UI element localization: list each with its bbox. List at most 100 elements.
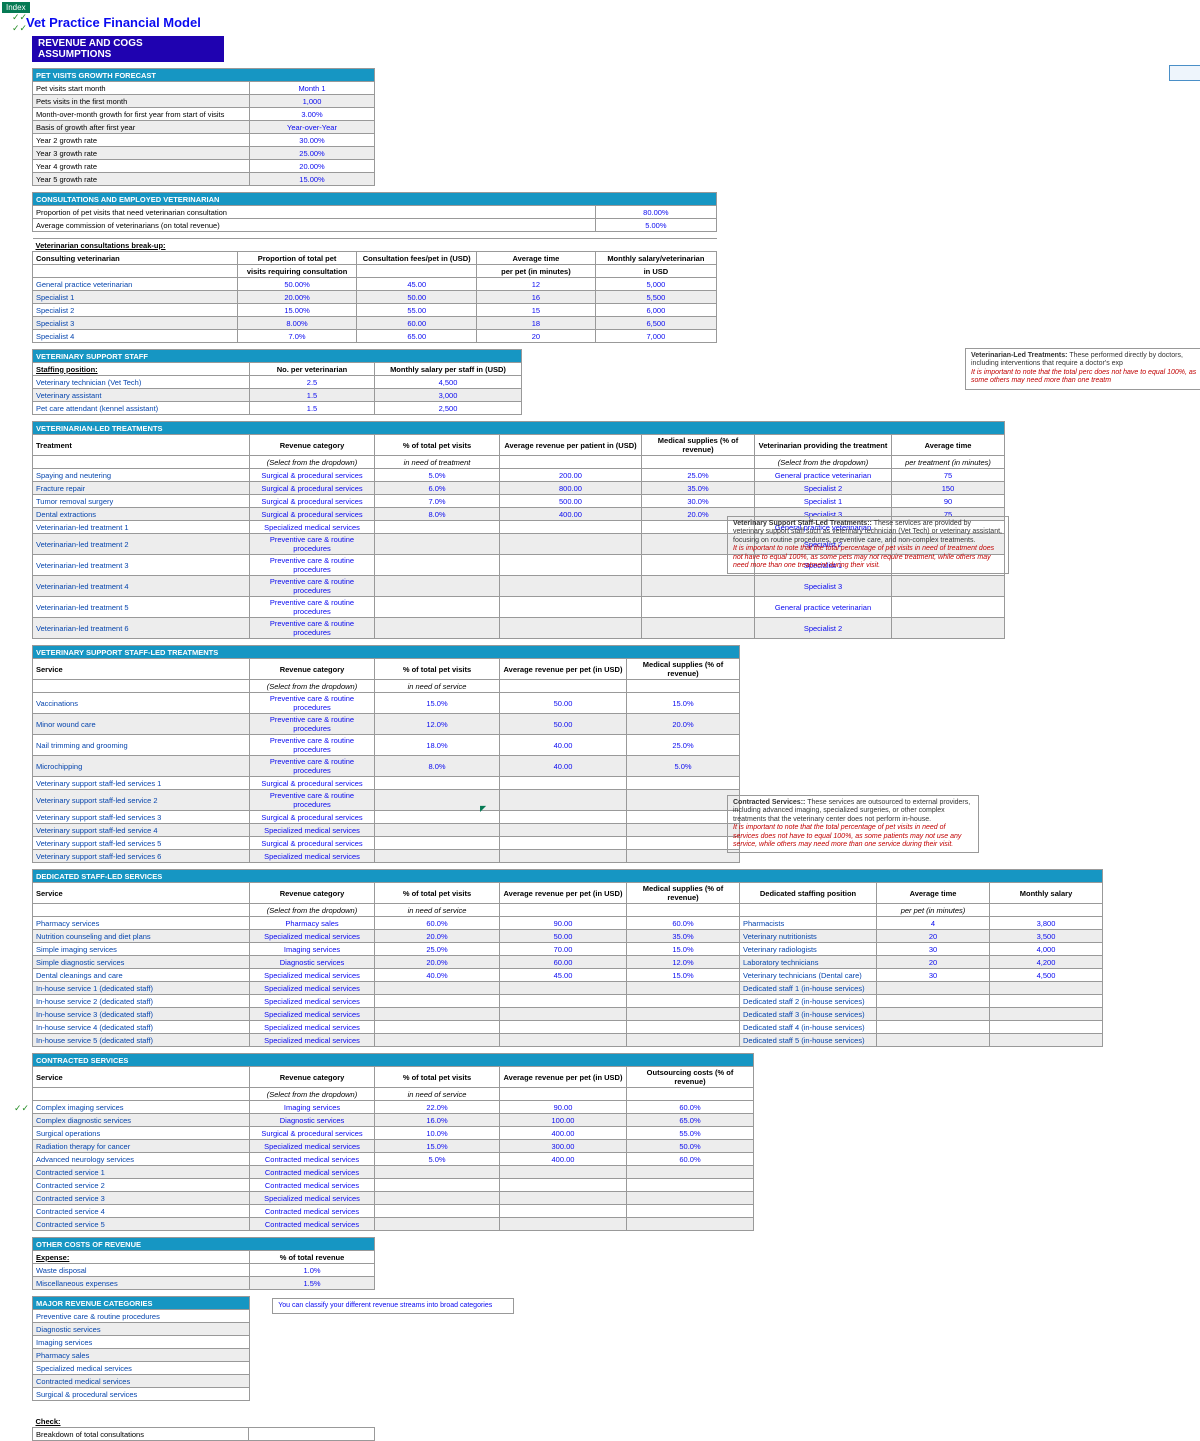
- cell[interactable]: Specialist 2: [755, 618, 892, 639]
- cell[interactable]: 10.0%: [375, 1127, 500, 1140]
- cell[interactable]: 6.0%: [375, 482, 500, 495]
- cell[interactable]: 7.0%: [237, 330, 357, 343]
- cell[interactable]: Preventive care & routine procedures: [250, 555, 375, 576]
- cell[interactable]: 50.0%: [627, 1140, 754, 1153]
- cell[interactable]: Surgical & procedural services: [250, 777, 375, 790]
- cell[interactable]: [892, 597, 1005, 618]
- cell[interactable]: [642, 597, 755, 618]
- cell[interactable]: Specialized medical services: [250, 1140, 375, 1153]
- cell[interactable]: [627, 1192, 754, 1205]
- cell[interactable]: 25.0%: [642, 469, 755, 482]
- cell[interactable]: 65.0%: [627, 1114, 754, 1127]
- cell[interactable]: 20.00%: [250, 160, 375, 173]
- cell[interactable]: 15.0%: [375, 693, 500, 714]
- cell[interactable]: Veterinary nutritionists: [740, 930, 877, 943]
- cell[interactable]: 35.0%: [627, 930, 740, 943]
- cell[interactable]: 7,000: [595, 330, 716, 343]
- cell[interactable]: Preventive care & routine procedures: [250, 714, 375, 735]
- cell[interactable]: 6,500: [595, 317, 716, 330]
- cell[interactable]: 4,200: [990, 956, 1103, 969]
- cell[interactable]: [375, 1034, 500, 1047]
- cell[interactable]: 4,000: [990, 943, 1103, 956]
- cell[interactable]: [990, 982, 1103, 995]
- cell[interactable]: 1.5%: [250, 1277, 375, 1290]
- cell[interactable]: 90.00: [500, 1101, 627, 1114]
- cell[interactable]: Pharmacy sales: [250, 917, 375, 930]
- cell[interactable]: [627, 1008, 740, 1021]
- cell[interactable]: [375, 777, 500, 790]
- cell[interactable]: 60.00: [357, 317, 477, 330]
- cell[interactable]: 8.00%: [237, 317, 357, 330]
- cell[interactable]: [500, 1008, 627, 1021]
- cell[interactable]: 300.00: [500, 1140, 627, 1153]
- cell[interactable]: Specialized medical services: [250, 1034, 375, 1047]
- cell[interactable]: 50.00%: [237, 278, 357, 291]
- cell[interactable]: 50.00: [500, 930, 627, 943]
- cell[interactable]: [627, 1205, 754, 1218]
- cell[interactable]: 25.0%: [627, 735, 740, 756]
- cell[interactable]: 3,000: [375, 389, 522, 402]
- cell[interactable]: [375, 618, 500, 639]
- cell[interactable]: [627, 1166, 754, 1179]
- cell[interactable]: [627, 811, 740, 824]
- cell[interactable]: Diagnostic services: [250, 1114, 375, 1127]
- cell[interactable]: 20.00%: [237, 291, 357, 304]
- cell[interactable]: Specialist 1: [755, 495, 892, 508]
- cell[interactable]: 4,500: [990, 969, 1103, 982]
- cell[interactable]: Specialized medical services: [250, 995, 375, 1008]
- cell[interactable]: Dedicated staff 3 (in-house services): [740, 1008, 877, 1021]
- cell[interactable]: [627, 1034, 740, 1047]
- cell[interactable]: Dedicated staff 1 (in-house services): [740, 982, 877, 995]
- cell[interactable]: Contracted medical services: [33, 1375, 250, 1388]
- cell[interactable]: Specialized medical services: [250, 969, 375, 982]
- cell[interactable]: 60.0%: [627, 1101, 754, 1114]
- cell[interactable]: 30: [877, 943, 990, 956]
- cell[interactable]: 20: [877, 956, 990, 969]
- cell[interactable]: [627, 1179, 754, 1192]
- cell[interactable]: 45.00: [357, 278, 477, 291]
- cell[interactable]: [500, 1021, 627, 1034]
- cell[interactable]: Contracted medical services: [250, 1205, 375, 1218]
- cell[interactable]: Specialized medical services: [250, 1021, 375, 1034]
- cell[interactable]: [500, 521, 642, 534]
- right-panel-button[interactable]: [1169, 65, 1200, 81]
- cell[interactable]: Specialized medical services: [250, 1192, 375, 1205]
- cell[interactable]: [375, 521, 500, 534]
- cell[interactable]: 40.00: [500, 756, 627, 777]
- cell[interactable]: [642, 576, 755, 597]
- cell[interactable]: 20: [477, 330, 596, 343]
- cell[interactable]: 4: [877, 917, 990, 930]
- cell[interactable]: 40.00: [500, 735, 627, 756]
- cell[interactable]: Preventive care & routine procedures: [250, 790, 375, 811]
- cell[interactable]: [500, 597, 642, 618]
- cell[interactable]: Veterinary radiologists: [740, 943, 877, 956]
- cell[interactable]: 20.0%: [375, 930, 500, 943]
- cell[interactable]: 2.5: [250, 376, 375, 389]
- cell[interactable]: 150: [892, 482, 1005, 495]
- cell[interactable]: 70.00: [500, 943, 627, 956]
- cell[interactable]: 8.0%: [375, 508, 500, 521]
- cell[interactable]: 100.00: [500, 1114, 627, 1127]
- cell[interactable]: [627, 1218, 754, 1231]
- cell[interactable]: [500, 811, 627, 824]
- cell[interactable]: 18: [477, 317, 596, 330]
- cell[interactable]: [627, 790, 740, 811]
- cell[interactable]: [990, 995, 1103, 1008]
- cell[interactable]: Laboratory technicians: [740, 956, 877, 969]
- cell[interactable]: Imaging services: [250, 943, 375, 956]
- cell[interactable]: [877, 1034, 990, 1047]
- cell[interactable]: 400.00: [500, 508, 642, 521]
- cell[interactable]: 50.00: [500, 693, 627, 714]
- cell[interactable]: General practice veterinarian: [755, 469, 892, 482]
- cell[interactable]: Specialized medical services: [33, 1362, 250, 1375]
- cell[interactable]: 75: [892, 469, 1005, 482]
- cell[interactable]: [375, 837, 500, 850]
- cell[interactable]: [500, 618, 642, 639]
- cell[interactable]: Contracted medical services: [250, 1153, 375, 1166]
- cell[interactable]: 6,000: [595, 304, 716, 317]
- cell[interactable]: 60.0%: [627, 1153, 754, 1166]
- cell[interactable]: [627, 850, 740, 863]
- cell[interactable]: Imaging services: [33, 1336, 250, 1349]
- cell[interactable]: 1.0%: [250, 1264, 375, 1277]
- cell-value[interactable]: 80.00%: [595, 206, 716, 219]
